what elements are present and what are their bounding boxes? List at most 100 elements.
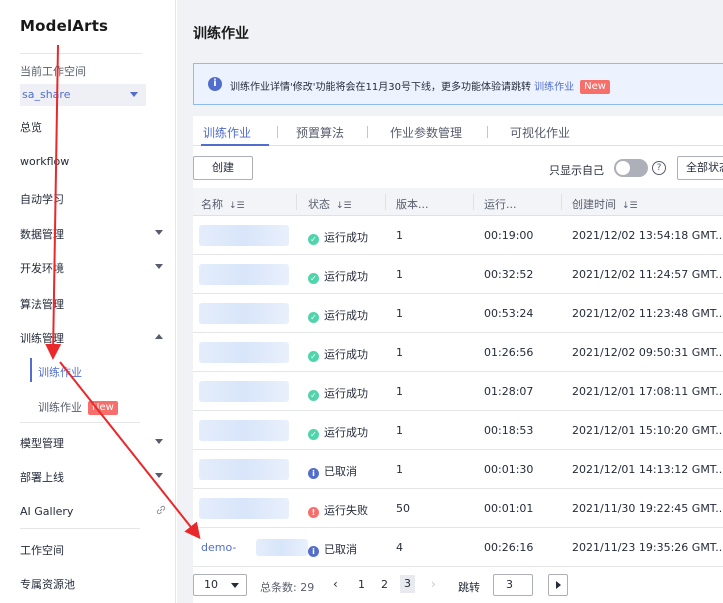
column-header-name[interactable]: 名称 ↓☰: [201, 196, 245, 212]
job-name-redacted[interactable]: [199, 420, 289, 441]
version-cell: 1: [396, 307, 403, 320]
version-cell: 1: [396, 229, 403, 242]
status-filter-select[interactable]: 全部状态: [677, 156, 723, 180]
status-cell: i 已取消: [308, 541, 357, 557]
job-name-redacted[interactable]: [199, 459, 289, 480]
version-cell: 1: [396, 385, 403, 398]
tab-visualization-jobs[interactable]: 可视化作业: [510, 124, 570, 141]
sidebar-item-workspace[interactable]: 工作空间: [20, 542, 64, 558]
table-row[interactable]: ✓ 运行成功 1 00:32:52 2021/12/02 11:24:57 GMT…: [193, 255, 723, 294]
job-name-redacted[interactable]: [199, 381, 289, 402]
page-size-select[interactable]: 10: [193, 574, 247, 596]
column-label: 创建时间: [572, 198, 616, 211]
prev-page-icon[interactable]: ‹: [333, 577, 338, 591]
status-text: 运行成功: [324, 270, 368, 283]
divider: [561, 194, 562, 210]
column-header-duration[interactable]: 运行...: [484, 196, 517, 212]
duration-cell: 01:28:07: [484, 385, 534, 398]
table-row[interactable]: demo- i 已取消 4 00:26:16 2021/11/23 19:35:2…: [193, 528, 723, 567]
job-name-redacted[interactable]: [199, 498, 289, 519]
chevron-down-icon: [155, 439, 163, 444]
version-cell: 1: [396, 463, 403, 476]
jump-page-input[interactable]: 3: [493, 574, 533, 596]
only-mine-toggle[interactable]: [614, 159, 648, 177]
status-cell: ✓ 运行成功: [308, 307, 368, 323]
check-circle-icon: ✓: [308, 312, 319, 323]
sidebar-item-auto-learning[interactable]: 自动学习: [20, 191, 64, 207]
sidebar-subitem-training-job[interactable]: 训练作业: [38, 364, 82, 380]
notice-text: 训练作业详情'修改'功能将会在11月30号下线，更多功能体验请跳转 训练作业 Ne…: [230, 78, 610, 94]
sidebar-item-overview[interactable]: 总览: [20, 119, 42, 135]
table-row[interactable]: ✓ 运行成功 1 00:53:24 2021/12/02 11:23:48 GMT…: [193, 294, 723, 333]
sidebar-item-data-management[interactable]: 数据管理: [20, 226, 64, 242]
notice-link[interactable]: 训练作业: [534, 82, 574, 93]
status-cell: ✓ 运行成功: [308, 268, 368, 284]
divider: [367, 126, 368, 138]
sidebar-subitem-training-job-new[interactable]: 训练作业 New: [38, 399, 118, 415]
tab-preset-algorithms[interactable]: 预置算法: [296, 124, 344, 141]
job-name-redacted[interactable]: [199, 303, 289, 324]
created-cell: 2021/12/01 15:10:20 GMT...: [572, 424, 723, 437]
check-circle-icon: ✓: [308, 273, 319, 284]
status-cell: ✓ 运行成功: [308, 229, 368, 245]
table-row[interactable]: ✓ 运行成功 1 01:28:07 2021/12/01 17:08:11 GMT…: [193, 372, 723, 411]
version-cell: 1: [396, 424, 403, 437]
job-name-redacted[interactable]: [199, 342, 289, 363]
table-row[interactable]: ✓ 运行成功 1 00:18:53 2021/12/01 15:10:20 GMT…: [193, 411, 723, 450]
tab-job-parameters[interactable]: 作业参数管理: [390, 124, 462, 141]
table-row[interactable]: ✓ 运行成功 1 00:19:00 2021/12/02 13:54:18 GMT…: [193, 216, 723, 255]
page-2[interactable]: 2: [381, 578, 388, 591]
tab-bar: 训练作业 预置算法 作业参数管理 可视化作业: [193, 116, 723, 146]
version-cell: 1: [396, 268, 403, 281]
job-name-redacted[interactable]: [199, 225, 289, 246]
sidebar-item-algorithm-management[interactable]: 算法管理: [20, 296, 64, 312]
table-row[interactable]: i 已取消 1 00:01:30 2021/12/01 14:13:12 GMT.…: [193, 450, 723, 489]
check-circle-icon: ✓: [308, 351, 319, 362]
sidebar-item-workflow[interactable]: workflow: [20, 155, 69, 168]
column-label: 名称: [201, 198, 223, 211]
page-3-current[interactable]: 3: [400, 575, 415, 593]
pagination: 10 总条数: 29 ‹ 1 2 3 › 跳转 3: [193, 569, 723, 603]
tab-training-jobs[interactable]: 训练作业: [203, 124, 251, 141]
jump-go-button[interactable]: [548, 574, 568, 596]
only-mine-label: 只显示自己: [549, 164, 604, 177]
table-row[interactable]: ! 运行失败 50 00:01:01 2021/11/30 19:22:45 GM…: [193, 489, 723, 528]
workspace-value: sa_share: [22, 88, 71, 101]
column-label: 状态: [308, 198, 330, 211]
workspace-select[interactable]: sa_share: [20, 84, 146, 106]
sidebar-item-model-management[interactable]: 模型管理: [20, 435, 64, 451]
info-icon: i: [208, 77, 222, 91]
version-cell: 4: [396, 541, 403, 554]
create-button[interactable]: 创建: [193, 156, 253, 180]
job-name-link[interactable]: demo-: [201, 541, 236, 554]
sidebar-item-dedicated-pool[interactable]: 专属资源池: [20, 576, 75, 592]
status-cell: ! 运行失败: [308, 502, 368, 518]
page-1[interactable]: 1: [358, 578, 365, 591]
column-header-version[interactable]: 版本...: [396, 196, 429, 212]
divider: [473, 194, 474, 210]
status-cell: ✓ 运行成功: [308, 346, 368, 362]
status-text: 运行成功: [324, 231, 368, 244]
created-cell: 2021/11/30 19:22:45 GMT...: [572, 502, 723, 515]
notice-message: 训练作业详情'修改'功能将会在11月30号下线，更多功能体验请跳转: [230, 82, 531, 93]
info-icon: i: [308, 468, 319, 479]
new-badge: New: [88, 401, 118, 415]
created-cell: 2021/12/02 13:54:18 GMT...: [572, 229, 723, 242]
job-name-redacted[interactable]: [199, 264, 289, 285]
divider: [20, 422, 140, 423]
column-header-status[interactable]: 状态 ↓☰: [308, 196, 352, 212]
column-header-created[interactable]: 创建时间 ↓☰: [572, 196, 638, 212]
duration-cell: 01:26:56: [484, 346, 534, 359]
main-content: 训练作业 i 训练作业详情'修改'功能将会在11月30号下线，更多功能体验请跳转…: [177, 0, 723, 603]
sidebar-item-ai-gallery[interactable]: AI Gallery: [20, 505, 73, 518]
sidebar-item-training-management[interactable]: 训练管理: [20, 330, 64, 346]
divider: [20, 53, 142, 54]
sidebar-item-deployment[interactable]: 部署上线: [20, 469, 64, 485]
sort-icon: ↓☰: [622, 201, 638, 211]
created-cell: 2021/11/23 19:35:26 GMT...: [572, 541, 723, 554]
help-icon[interactable]: ?: [652, 161, 666, 175]
next-page-icon[interactable]: ›: [431, 577, 436, 591]
table-row[interactable]: ✓ 运行成功 1 01:26:56 2021/12/02 09:50:31 GMT…: [193, 333, 723, 372]
sidebar-item-dev-env[interactable]: 开发环境: [20, 260, 64, 276]
status-text: 运行成功: [324, 309, 368, 322]
